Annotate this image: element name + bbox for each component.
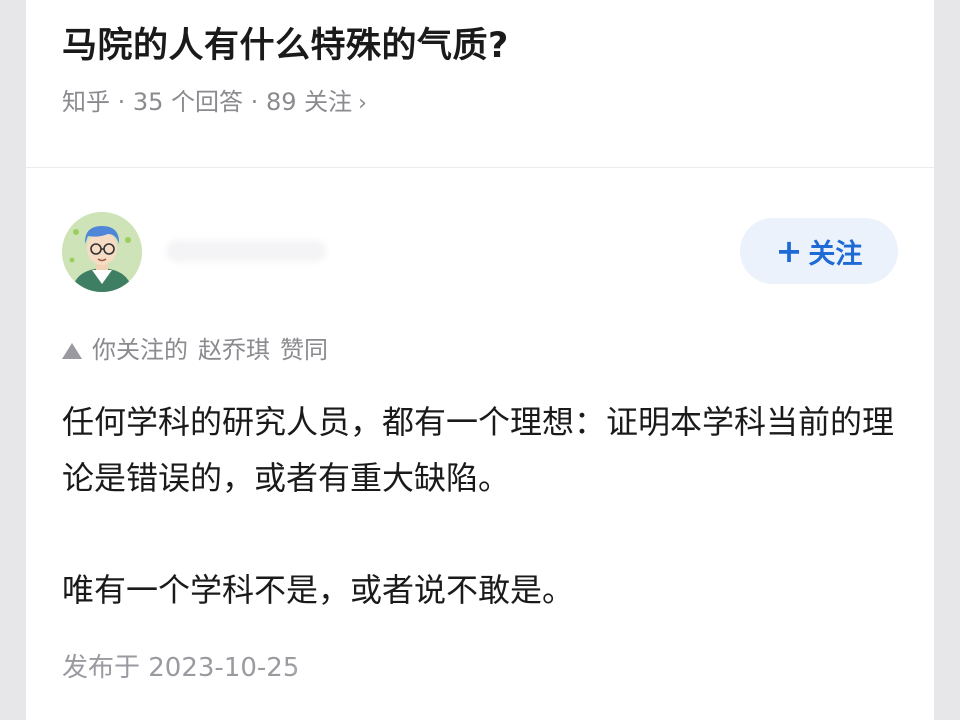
upvote-triangle-icon (62, 343, 82, 359)
question-stats: 知乎 · 35 个回答 · 89 关注 (62, 88, 353, 116)
question-meta[interactable]: 知乎 · 35 个回答 · 89 关注 › (62, 84, 898, 122)
avatar-illustration-icon (62, 212, 142, 292)
publish-date: 发布于 2023-10-25 (62, 650, 322, 686)
question-title[interactable]: 马院的人有什么特殊的气质? (62, 18, 898, 74)
answer-card: 马院的人有什么特殊的气质? 知乎 · 35 个回答 · 89 关注 › + 关注… (26, 0, 934, 720)
answer: + 关注 你关注的 赵乔琪 赞同 任何学科的研究人员，都有一个理想：证明本学科当… (26, 168, 934, 686)
follow-label: 关注 (808, 238, 863, 270)
answer-paragraph: 唯有一个学科不是，或者说不敢是。 (62, 571, 575, 609)
chevron-right-icon: › (358, 91, 367, 116)
plus-icon: + (775, 232, 803, 270)
answer-content[interactable]: 任何学科的研究人员，都有一个理想：证明本学科当前的理论是错误的，或者有重大缺陷。… (62, 394, 898, 618)
answer-paragraph: 任何学科的研究人员，都有一个理想：证明本学科当前的理论是错误的，或者有重大缺陷。 (62, 403, 895, 497)
author-row: + 关注 (62, 168, 898, 340)
question-header[interactable]: 马院的人有什么特殊的气质? 知乎 · 35 个回答 · 89 关注 › (26, 0, 934, 168)
author-name-redacted (166, 240, 326, 262)
avatar[interactable] (62, 212, 142, 292)
follow-button[interactable]: + 关注 (740, 218, 898, 284)
